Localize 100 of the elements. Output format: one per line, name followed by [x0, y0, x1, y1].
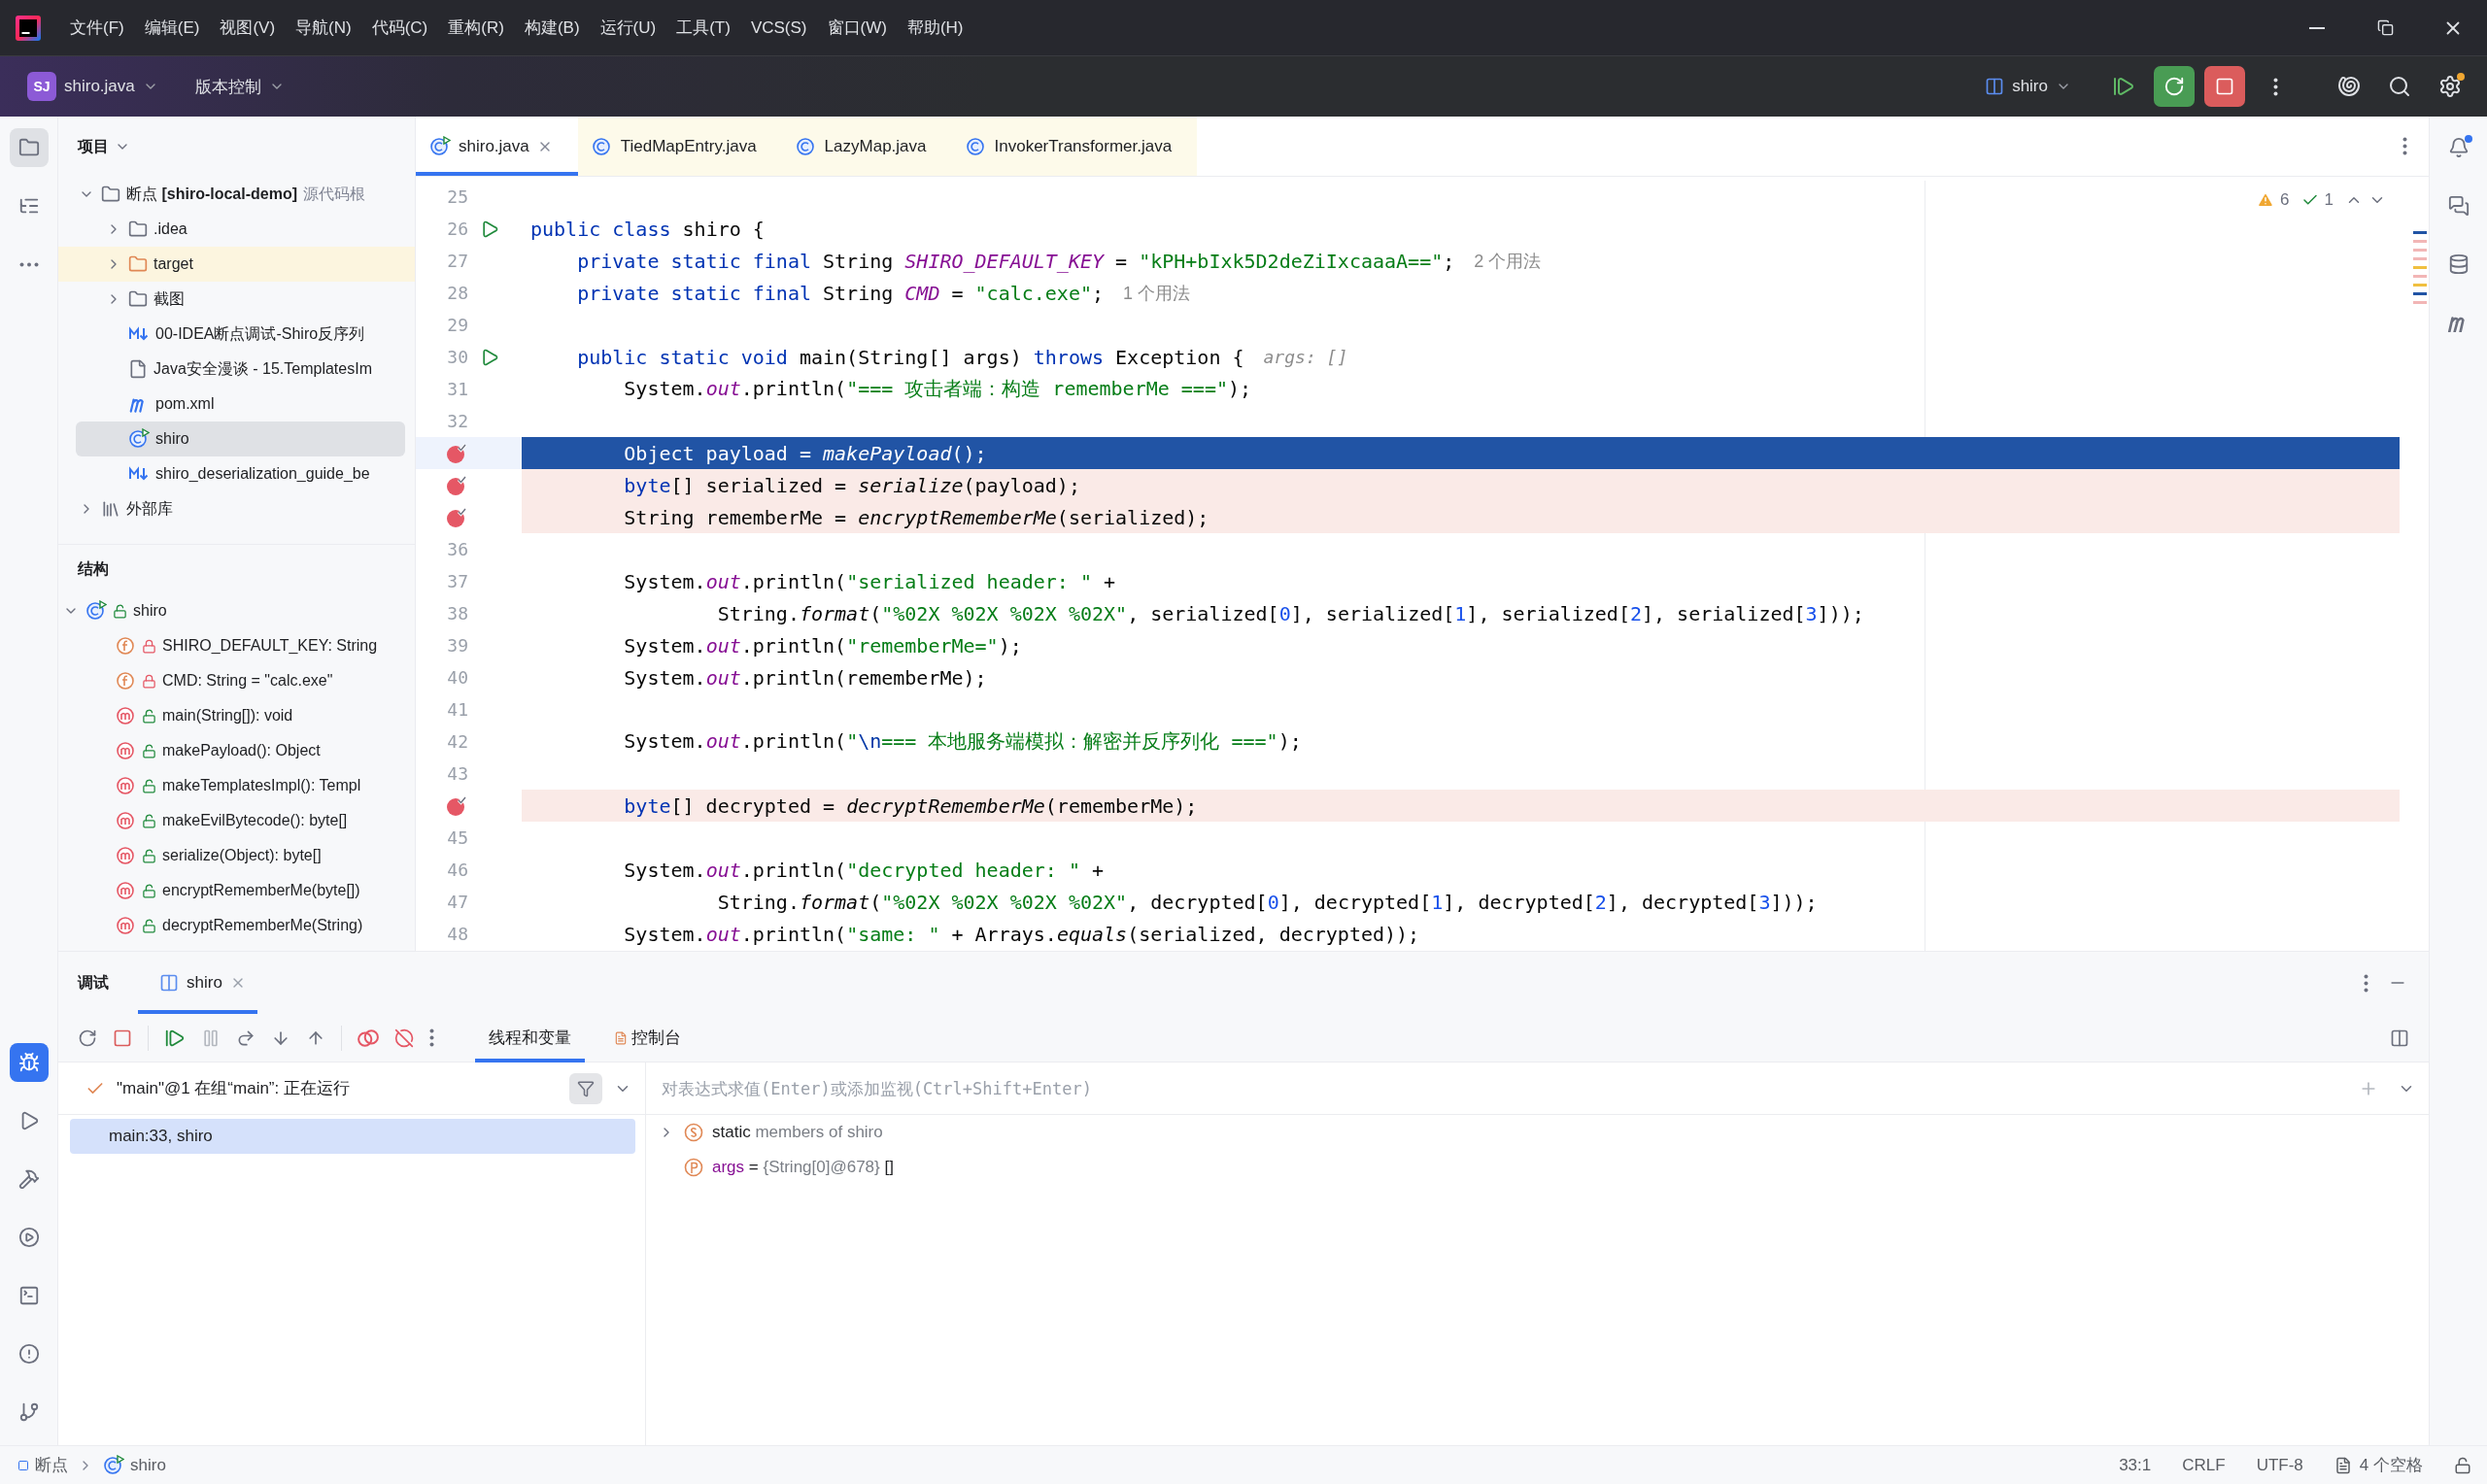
menu-item[interactable]: 运行(U) [599, 17, 657, 39]
line-separator[interactable]: CRLF [2182, 1455, 2226, 1475]
run-gutter-icon[interactable] [480, 347, 499, 367]
stop-icon[interactable] [113, 1028, 132, 1048]
tree-item[interactable]: .idea [58, 212, 415, 247]
breakpoint-icon[interactable] [445, 793, 468, 818]
bell-icon [2447, 137, 2470, 158]
terminal-icon [17, 1285, 40, 1306]
rerun-icon[interactable] [78, 1028, 97, 1048]
layout-icon[interactable] [2390, 1028, 2409, 1048]
database-icon [2447, 253, 2470, 275]
resume-icon [2112, 75, 2135, 98]
run-gutter-icon[interactable] [480, 219, 499, 239]
line-number: 46 [447, 860, 468, 880]
folder-icon [17, 137, 40, 158]
run-configuration-selector[interactable]: shiro [1975, 71, 2081, 102]
code-text: Object payload = makePayload(); [623, 441, 987, 465]
tree-item[interactable]: SHIRO_DEFAULT_KEY: String [58, 628, 415, 663]
module-icon [17, 1459, 29, 1471]
vcs-menu[interactable]: 版本控制 [185, 69, 294, 104]
debug-session-tab[interactable]: shiro [138, 952, 257, 1014]
view-tab[interactable]: 线程和变量 [475, 1013, 585, 1062]
mute-breakpoints-icon[interactable] [394, 1028, 414, 1048]
code-text: System.out.println("=== 攻击者端：构造 rememberMe ==="); [623, 376, 1252, 402]
tree-item[interactable]: target [58, 247, 415, 282]
menu-item[interactable]: 构建(B) [524, 17, 580, 39]
code-text: System.out.println("rememberMe="); [623, 633, 1022, 658]
menu-item[interactable]: 工具(T) [676, 17, 731, 39]
warning-icon [2257, 191, 2275, 209]
menu-item[interactable]: VCS(S) [750, 17, 807, 38]
warning-count: 6 [2280, 190, 2290, 210]
line-number: 31 [447, 379, 468, 399]
line-number: 47 [447, 892, 468, 912]
tool-window-button[interactable] [9, 128, 49, 167]
step-over-icon[interactable] [236, 1028, 256, 1048]
more-icon[interactable] [2402, 137, 2407, 155]
expression-field[interactable]: 对表达式求值(Enter)或添加监视(Ctrl+Shift+Enter) [646, 1062, 2339, 1114]
file-encoding[interactable]: UTF-8 [2256, 1455, 2303, 1475]
tool-window-button[interactable] [9, 1043, 49, 1082]
menu-item[interactable]: 编辑(E) [144, 17, 200, 39]
tree-item[interactable]: 外部库 [58, 491, 415, 526]
stack-frame[interactable]: main:33, shiro [70, 1119, 635, 1154]
tree-item[interactable]: 截图 [58, 282, 415, 317]
breakpoint-icon[interactable] [445, 505, 468, 529]
breakpoint-icon[interactable] [445, 441, 468, 465]
filter-button[interactable] [569, 1072, 602, 1104]
tree-item[interactable]: encryptRememberMe(byte[]) [58, 873, 415, 908]
editor-tab[interactable]: InvokerTransformer.java [951, 117, 1198, 176]
menu-item[interactable]: 重构(R) [448, 17, 504, 39]
settings-icon [2438, 75, 2462, 98]
variable-row[interactable]: static members of shiro [646, 1115, 2429, 1150]
code-text: private static final String CMD = "calc.exe"; [576, 281, 1105, 305]
tree-item[interactable]: serialize(Object): byte[] [58, 838, 415, 873]
view-tab[interactable]: 控制台 [600, 1013, 695, 1062]
usage-hint[interactable]: 1 个用法 [1123, 281, 1191, 305]
line-number: 36 [447, 539, 468, 559]
tree-item[interactable]: decryptRememberMe(String) [58, 908, 415, 943]
class-icon [965, 135, 987, 157]
panel-title: 调试 [78, 972, 109, 993]
tree-item[interactable]: CMD: String = "calc.exe" [58, 663, 415, 698]
code-text: String rememberMe = encryptRememberMe(serialized); [623, 505, 1209, 529]
breadcrumb[interactable]: 断点 [17, 1454, 68, 1476]
tree-item[interactable]: Java安全漫谈 - 15.TemplatesIm [58, 352, 415, 387]
runnable-class-icon [128, 428, 150, 450]
breakpoints-icon[interactable] [358, 1029, 379, 1047]
tree-item[interactable]: makeTemplatesImpl(): Templ [58, 768, 415, 803]
editor-tab[interactable]: LazyMap.java [781, 117, 952, 176]
tree-item[interactable]: makeEvilBytecode(): byte[] [58, 803, 415, 838]
project-selector[interactable]: SJ shiro.java [17, 66, 168, 107]
tree-item[interactable]: 00-IDEA断点调试-Shiro反序列 [58, 317, 415, 352]
tree-item[interactable]: shiro [58, 593, 415, 628]
usage-hint[interactable]: 2 个用法 [1474, 249, 1542, 273]
variable-row[interactable]: args = {String[0]@678} [] [646, 1150, 2429, 1185]
chat-icon [2447, 195, 2470, 217]
editor-tab[interactable]: TiedMapEntry.java [577, 117, 782, 176]
indent-setting[interactable]: 4 个空格 [2334, 1454, 2423, 1476]
window-icon [1985, 77, 2005, 96]
search-icon [2388, 75, 2411, 98]
more-icon[interactable] [2364, 973, 2368, 993]
stop-button[interactable] [2204, 66, 2245, 107]
project-badge: SJ [27, 72, 56, 101]
breakpoint-icon[interactable] [445, 473, 468, 497]
tree-item[interactable]: makePayload(): Object [58, 733, 415, 768]
tree-item[interactable]: pom.xml [58, 387, 415, 422]
menu-item[interactable]: 窗口(W) [827, 17, 887, 39]
unlocked-icon[interactable] [2454, 1456, 2471, 1474]
tree-item[interactable]: main(String[]): void [58, 698, 415, 733]
breadcrumb[interactable]: shiro [103, 1454, 166, 1476]
menu-item[interactable]: 帮助(H) [906, 17, 964, 39]
spiral-icon [2337, 75, 2361, 98]
menu-item[interactable]: 视图(V) [220, 17, 276, 39]
tree-item[interactable]: shiro_deserialization_guide_be [58, 456, 415, 491]
tree-item[interactable]: shiro [76, 422, 405, 456]
caret-position[interactable]: 33:1 [2119, 1455, 2152, 1475]
more-icon[interactable] [429, 1029, 434, 1047]
menu-item[interactable]: 代码(C) [371, 17, 428, 39]
debug-button[interactable] [2154, 66, 2195, 107]
tree-item[interactable]: 断点 [shiro-local-demo] 源代码根 [58, 177, 415, 212]
menu-item[interactable]: 文件(F) [70, 17, 124, 39]
menu-item[interactable]: 导航(N) [295, 17, 352, 39]
